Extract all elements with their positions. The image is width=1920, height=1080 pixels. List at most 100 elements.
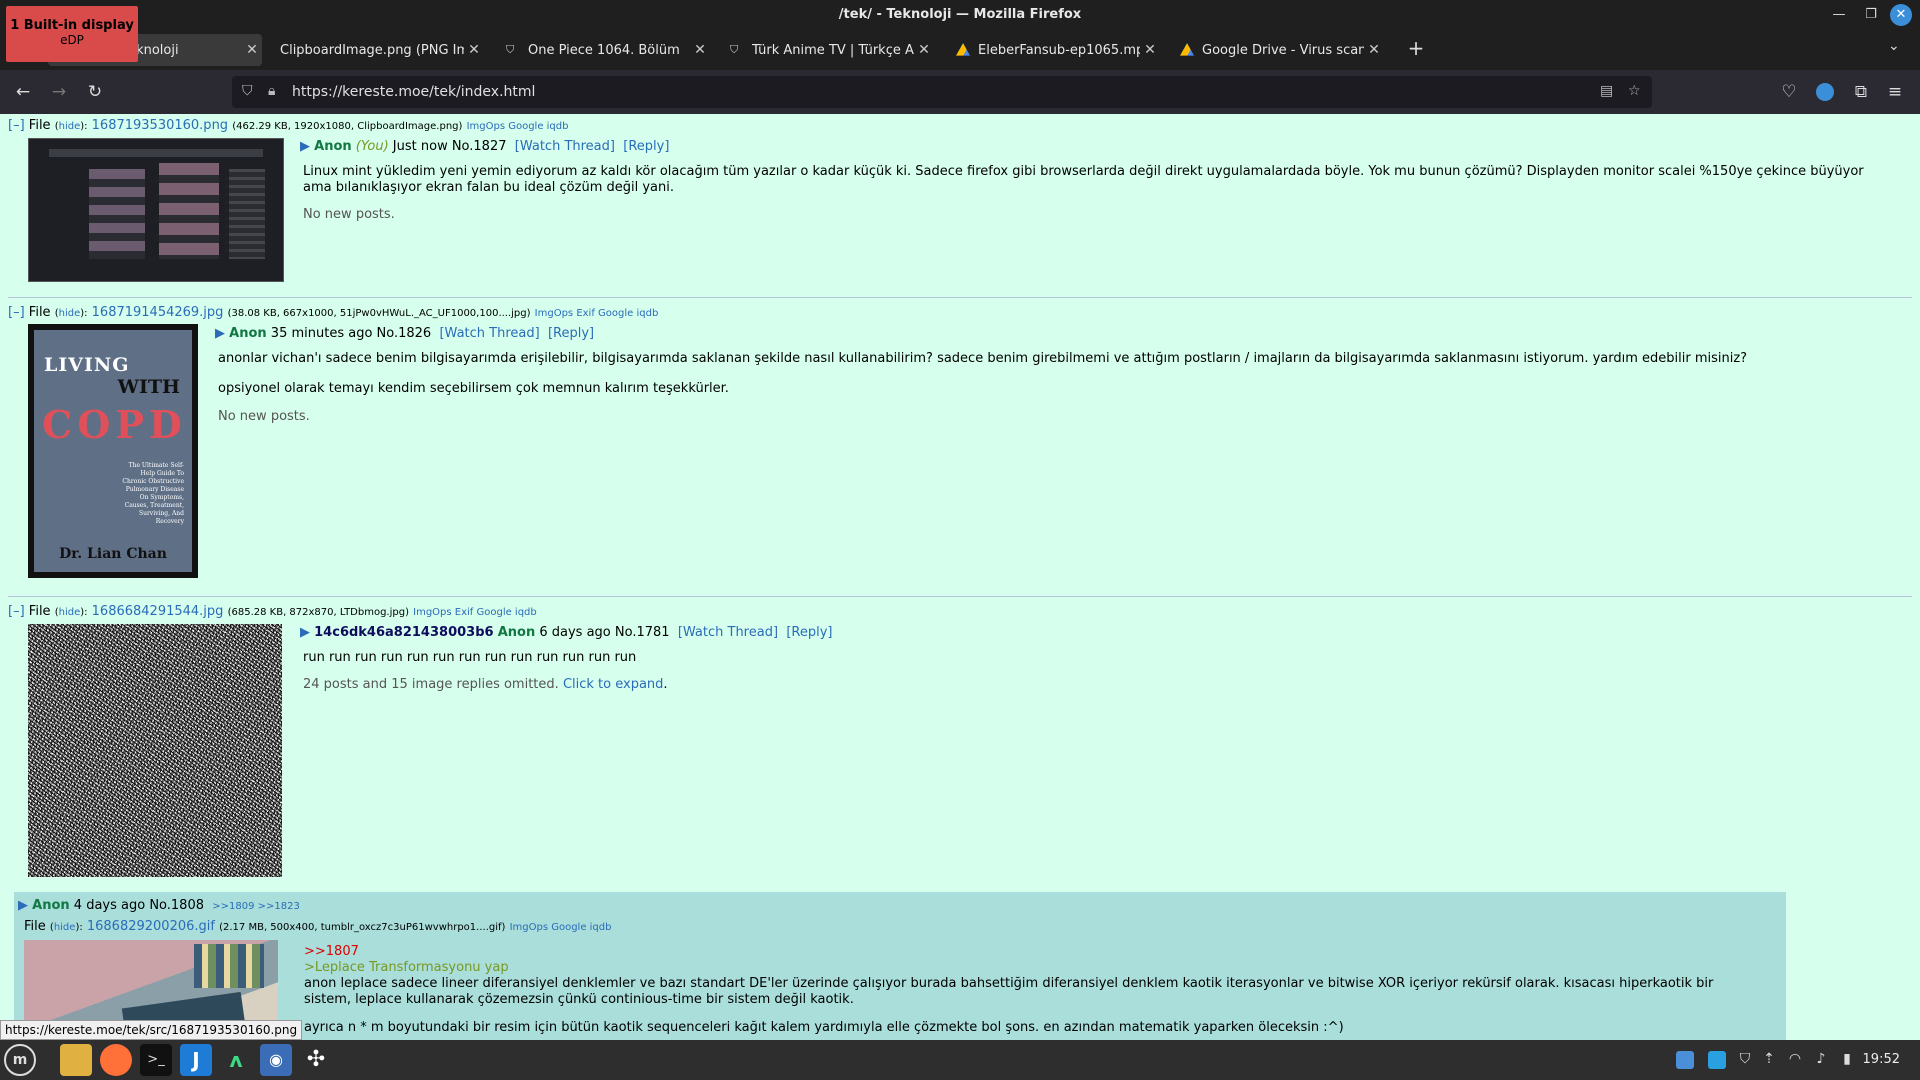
terminal-icon[interactable]: >_ [140,1044,172,1076]
poster-name: Anon [229,326,267,341]
reply-link[interactable]: [Reply] [786,625,832,640]
reply-link[interactable]: [Reply] [623,139,669,154]
forward-button[interactable]: → [46,80,72,104]
post-menu-icon[interactable]: ▶ [215,326,225,341]
image-tools-links[interactable]: ImgOps Google iqdb [467,121,569,132]
new-tab-button[interactable]: + [1404,36,1428,64]
tab-close-icon[interactable]: ✕ [464,42,484,58]
expand-link[interactable]: Click to expand [563,677,663,692]
thread-2-thumbnail[interactable]: LIVING WITH COPD The Ultimate Self-Help … [28,324,198,578]
file-label: File [28,604,51,619]
poster-name: Anon [32,898,70,913]
hide-file-link[interactable]: hide [59,607,81,618]
restore-button[interactable]: ❐ [1860,4,1882,26]
minimize-button[interactable]: — [1828,4,1850,26]
pocket-icon[interactable]: ♡ [1776,80,1802,104]
quote-link[interactable]: >>1807 [304,944,359,960]
file-link[interactable]: 1687193530160.png [92,118,228,133]
thread-1-thumbnail[interactable] [28,138,284,282]
url-text[interactable]: https://kereste.moe/tek/index.html [292,84,535,100]
google-drive-icon [956,43,970,56]
thumb-toolbar [49,149,263,157]
tab-turk-anime[interactable]: ⛉ Türk Anime TV | Türkçe Altyazı ✕ [720,34,934,66]
tab-one-piece[interactable]: ⛉ One Piece 1064. Bölüm ✕ [496,34,710,66]
screenshot-icon[interactable]: ◉ [260,1044,292,1076]
post-time-number[interactable]: 4 days ago No.1808 [74,898,204,913]
cover-line-2: WITH [117,376,180,398]
file-link[interactable]: 1687191454269.jpg [92,305,224,320]
file-link[interactable]: 1686684291544.jpg [92,604,224,619]
post-menu-icon[interactable]: ▶ [300,625,310,640]
window-title: /tek/ - Teknoloji — Mozilla Firefox [838,7,1082,22]
backlinks[interactable]: >>1809 >>1823 [212,901,300,912]
display-settings-icon[interactable]: ✣ [300,1044,332,1076]
post-time-number[interactable]: 35 minutes ago No.1826 [271,326,431,341]
update-tray-icon[interactable]: ⇡ [1760,1051,1778,1069]
watch-thread-link[interactable]: [Watch Thread] [439,326,539,341]
tab-eleber[interactable]: EleberFansub-ep1065.mp4 ✕ [946,34,1160,66]
bookmark-star-icon[interactable]: ☆ [1628,83,1641,99]
tab-close-icon[interactable]: ✕ [914,42,934,58]
post-menu-icon[interactable]: ▶ [18,898,28,913]
telegram-icon[interactable] [1708,1051,1726,1069]
hide-thread-toggle[interactable]: [–] [8,604,25,619]
reply-fileinfo: File (hide): 1686829200206.gif (2.17 MB,… [24,919,612,934]
volume-icon[interactable]: ♪ [1812,1051,1830,1069]
file-details: (462.29 KB, 1920x1080, ClipboardImage.pn… [232,121,463,132]
tab-google-drive[interactable]: Google Drive - Virus scan warning ✕ [1170,34,1384,66]
jetbrains-icon[interactable]: J [180,1044,212,1076]
thread-3-post-header: ▶ 14c6dk46a821438003b6 Anon 6 days ago N… [300,625,832,640]
hide-thread-toggle[interactable]: [–] [8,305,25,320]
cover-line-3: COPD [42,402,187,447]
mint-menu-icon[interactable]: m [4,1044,36,1076]
hide-file-link[interactable]: hide [59,121,81,132]
reload-button[interactable]: ↻ [82,80,108,104]
hide-file-link[interactable]: hide [54,922,76,933]
taskbar: m >_ J ʌ ◉ ✣ ⛉ ⇡ ◠ ♪ ▮ 19:52 [0,1040,1920,1080]
thread-2-post-header: ▶ Anon 35 minutes ago No.1826 [Watch Thr… [215,326,594,341]
hide-thread-toggle[interactable]: [–] [8,118,25,133]
file-manager-icon[interactable] [60,1044,92,1076]
close-window-button[interactable]: ✕ [1890,4,1912,26]
extensions-icon[interactable]: ⧉ [1848,80,1874,104]
post-time-number[interactable]: 6 days ago No.1781 [539,625,669,640]
file-label: File [24,919,46,934]
reply-link[interactable]: [Reply] [548,326,594,341]
image-tools-links[interactable]: ImgOps Google iqdb [510,922,612,933]
android-studio-icon[interactable]: ʌ [220,1044,252,1076]
post-menu-icon[interactable]: ▶ [300,139,310,154]
list-all-tabs-icon[interactable]: ⌄ [1888,38,1900,54]
tab-close-icon[interactable]: ✕ [242,42,262,58]
battery-icon[interactable]: ▮ [1838,1051,1856,1069]
post-time-number[interactable]: Just now No.1827 [393,139,507,154]
account-icon[interactable] [1812,80,1838,104]
image-tools-links[interactable]: ImgOps Exif Google iqdb [413,607,537,618]
tracking-shield-icon[interactable]: ⛉ [242,83,253,99]
greentext-line: >Leplace Transformasyonu yap [304,960,509,975]
tab-label: Google Drive - Virus scan warning [1202,42,1364,58]
lock-icon[interactable]: 🔒︎ [268,83,275,99]
watch-thread-link[interactable]: [Watch Thread] [515,139,615,154]
watch-thread-link[interactable]: [Watch Thread] [678,625,778,640]
tab-label: ClipboardImage.png (PNG Image [280,42,464,58]
thread-2-status: No new posts. [218,409,310,424]
shield-tray-icon[interactable]: ⛉ [1736,1051,1754,1069]
image-tools-links[interactable]: ImgOps Exif Google iqdb [535,308,659,319]
thread-3-thumbnail[interactable] [28,624,282,877]
wifi-icon[interactable]: ◠ [1786,1051,1804,1069]
file-link[interactable]: 1686829200206.gif [87,919,215,934]
reader-view-icon[interactable]: ▤ [1600,83,1613,99]
thread-2-message-2: opsiyonel olarak temayı kendim seçebilir… [218,381,729,396]
clock[interactable]: 19:52 [1863,1052,1900,1067]
reply-post-header: ▶ Anon 4 days ago No.1808 >>1809 >>1823 [18,898,300,913]
tab-clipboard-image[interactable]: ClipboardImage.png (PNG Image ✕ [270,34,484,66]
tab-close-icon[interactable]: ✕ [1364,42,1384,58]
address-bar[interactable]: ⛉ 🔒︎ https://kereste.moe/tek/index.html … [232,76,1652,108]
tab-close-icon[interactable]: ✕ [690,42,710,58]
firefox-icon[interactable] [100,1044,132,1076]
tray-app-icon[interactable] [1676,1051,1694,1069]
menu-icon[interactable]: ≡ [1882,80,1908,104]
back-button[interactable]: ← [10,80,36,104]
tab-close-icon[interactable]: ✕ [1140,42,1160,58]
hide-file-link[interactable]: hide [59,308,81,319]
